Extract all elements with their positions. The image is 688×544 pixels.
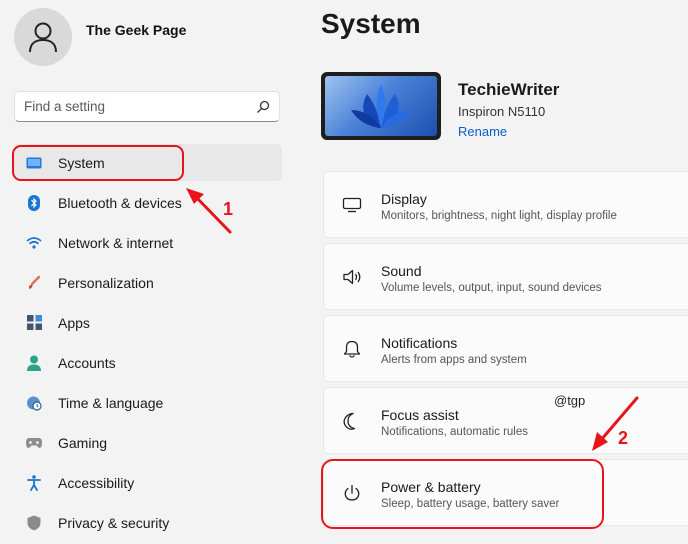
step-number-2: 2	[618, 428, 629, 448]
arrow-to-power	[592, 396, 639, 451]
annotation-arrows	[186, 188, 639, 451]
step-number-1: 1	[223, 199, 234, 219]
